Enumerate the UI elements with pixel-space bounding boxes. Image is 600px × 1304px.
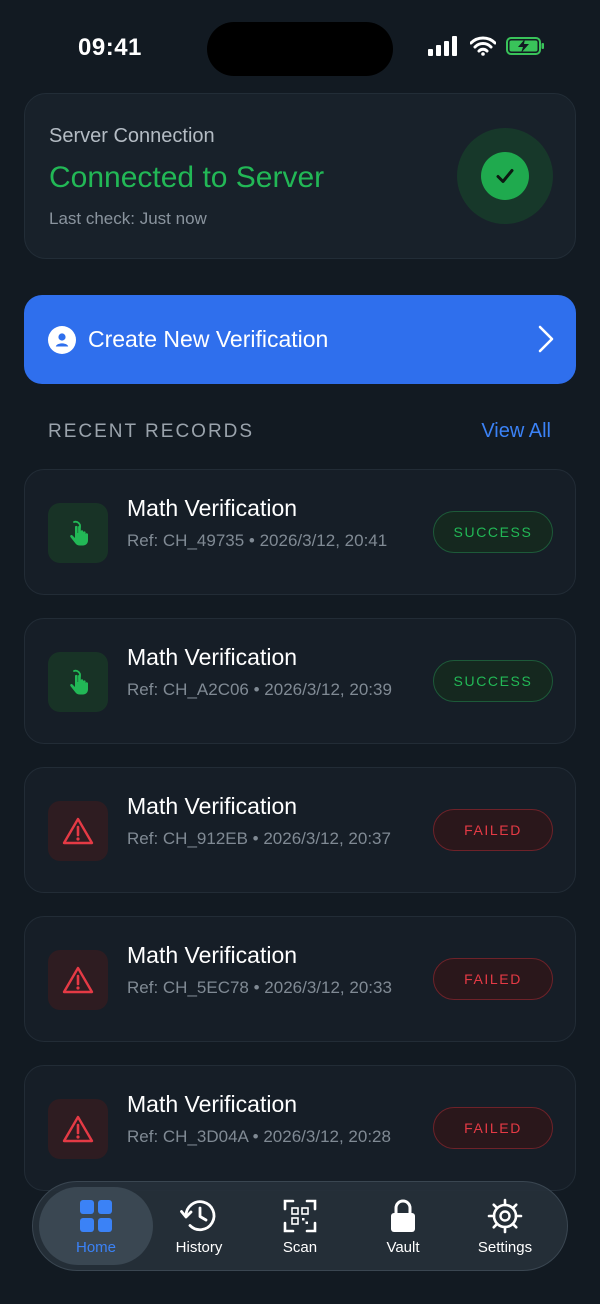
history-icon	[180, 1199, 218, 1233]
gear-icon	[487, 1198, 523, 1234]
create-verification-label: Create New Verification	[88, 326, 329, 352]
hand-tap-icon	[48, 652, 108, 712]
view-all-link[interactable]: View All	[481, 420, 551, 443]
record-card[interactable]: Math Verification Ref: CH_A2C06 • 2026/3…	[24, 618, 576, 744]
status-badge: SUCCESS	[433, 660, 553, 702]
chevron-right-icon	[538, 325, 554, 353]
last-check-text: Last check: Just now	[49, 209, 207, 228]
record-meta: Ref: CH_912EB • 2026/3/12, 20:37	[127, 829, 391, 848]
hand-tap-icon	[48, 503, 108, 563]
warning-icon	[48, 801, 108, 861]
wifi-icon	[470, 36, 496, 56]
record-card[interactable]: Math Verification Ref: CH_5EC78 • 2026/3…	[24, 916, 576, 1042]
tab-home[interactable]: Home	[39, 1187, 153, 1265]
qr-scan-icon	[283, 1199, 317, 1233]
battery-charging-icon	[506, 37, 544, 55]
record-meta: Ref: CH_3D04A • 2026/3/12, 20:28	[127, 1127, 391, 1146]
record-meta: Ref: CH_49735 • 2026/3/12, 20:41	[127, 531, 388, 550]
checkmark-icon	[481, 152, 529, 200]
tab-label: History	[175, 1239, 223, 1256]
record-card[interactable]: Math Verification Ref: CH_49735 • 2026/3…	[24, 469, 576, 595]
status-badge: SUCCESS	[433, 511, 553, 553]
tab-label: Scan	[282, 1239, 318, 1256]
tab-label: Vault	[386, 1239, 420, 1256]
record-card[interactable]: Math Verification Ref: CH_3D04A • 2026/3…	[24, 1065, 576, 1191]
status-icons	[428, 36, 546, 56]
record-title: Math Verification	[127, 793, 298, 819]
tab-settings[interactable]: Settings	[453, 1187, 557, 1265]
cellular-signal-icon	[428, 36, 457, 56]
grid-icon	[79, 1199, 113, 1233]
tab-bar: Home History Scan Vault Settings	[32, 1181, 568, 1271]
record-title: Math Verification	[127, 644, 298, 670]
dynamic-island	[207, 22, 393, 76]
status-badge: FAILED	[433, 1107, 553, 1149]
record-meta: Ref: CH_A2C06 • 2026/3/12, 20:39	[127, 680, 392, 699]
lock-icon	[389, 1199, 417, 1233]
warning-icon	[48, 1099, 108, 1159]
tab-label: Home	[75, 1239, 116, 1256]
tab-vault[interactable]: Vault	[351, 1187, 455, 1265]
recent-records-heading: RECENT RECORDS	[48, 421, 255, 442]
status-time: 09:41	[78, 34, 142, 61]
record-title: Math Verification	[127, 1091, 298, 1117]
connection-status-indicator	[457, 128, 553, 224]
create-verification-button[interactable]: Create New Verification	[24, 295, 576, 384]
record-title: Math Verification	[127, 942, 298, 968]
user-icon	[48, 325, 76, 354]
warning-icon	[48, 950, 108, 1010]
record-card[interactable]: Math Verification Ref: CH_912EB • 2026/3…	[24, 767, 576, 893]
record-meta: Ref: CH_5EC78 • 2026/3/12, 20:33	[127, 978, 392, 997]
server-connection-label: Server Connection	[49, 125, 215, 147]
status-badge: FAILED	[433, 958, 553, 1000]
status-badge: FAILED	[433, 809, 553, 851]
status-bar: 09:41	[0, 0, 600, 96]
tab-history[interactable]: History	[147, 1187, 251, 1265]
record-title: Math Verification	[127, 495, 298, 521]
server-connection-card: Server Connection Connected to Server La…	[24, 93, 576, 259]
tab-scan[interactable]: Scan	[248, 1187, 352, 1265]
tab-label: Settings	[477, 1239, 533, 1256]
server-status-text: Connected to Server	[49, 161, 325, 194]
